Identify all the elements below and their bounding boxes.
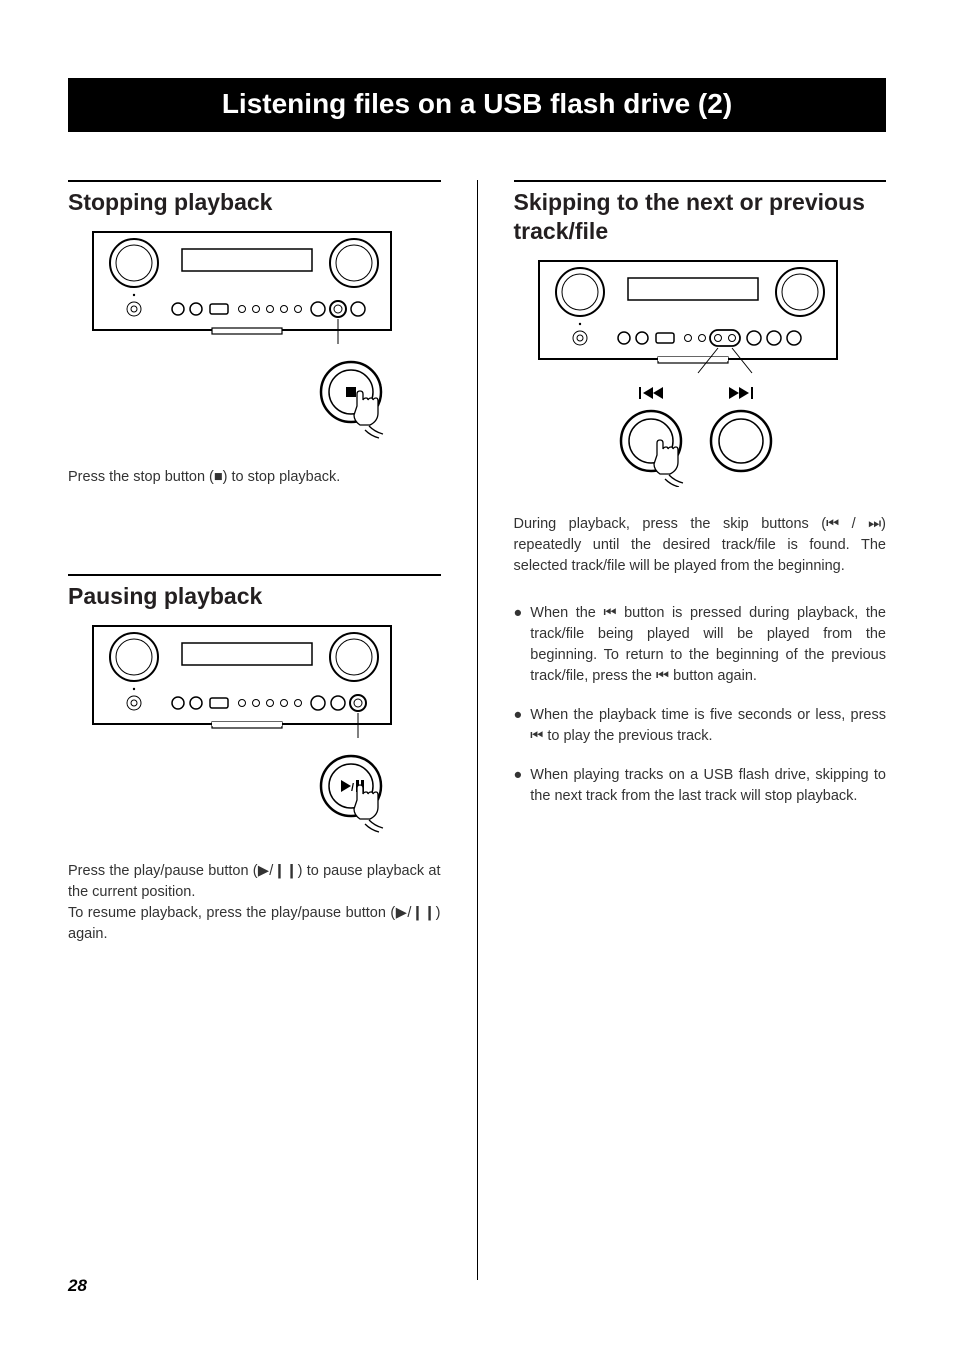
page-title-bar: Listening files on a USB flash drive (2) [68, 78, 886, 132]
stop-button-closeup [68, 358, 441, 445]
list-item: ● When the ⏮ button is pressed during pl… [514, 603, 887, 687]
text: To resume playback, press the play/pause… [68, 905, 395, 921]
text: ) to stop playback. [223, 469, 341, 485]
play-pause-button-icon: / [317, 752, 399, 834]
text: During playback, press the skip buttons … [514, 516, 827, 532]
text: / [839, 516, 868, 532]
device-diagram-stop [92, 231, 441, 346]
device-diagram-pause [92, 625, 441, 740]
skip-buttons-icon [585, 387, 815, 487]
prev-glyph-inline: ⏮ [826, 516, 839, 532]
pause-instruction-1: Press the play/pause button (▶/❙❙) to pa… [68, 861, 441, 903]
stop-instruction: Press the stop button (■) to stop playba… [68, 467, 441, 488]
bullet-text: When the ⏮ button is pressed during play… [530, 603, 886, 687]
bullet-text: When the playback time is five seconds o… [530, 705, 886, 747]
text: to play the previous track. [543, 728, 712, 744]
amplifier-illustration [92, 231, 392, 346]
text: When the [530, 605, 603, 621]
text: Press the stop button ( [68, 469, 214, 485]
bullet-icon: ● [514, 603, 523, 687]
heading-stopping-playback: Stopping playback [68, 188, 441, 217]
playpause-button-closeup: / [68, 752, 441, 839]
left-column: Stopping playback [68, 180, 441, 1280]
prev-glyph-inline: ⏮ [530, 728, 543, 744]
section-rule [68, 180, 441, 182]
list-item: ● When the playback time is five seconds… [514, 705, 887, 747]
list-item: ● When playing tracks on a USB flash dri… [514, 765, 887, 807]
pause-glyph-inline: ❙❙ [411, 905, 435, 921]
prev-glyph-inline: ⏮ [603, 605, 616, 621]
section-rule [68, 574, 441, 576]
heading-skipping: Skipping to the next or previous track/f… [514, 188, 887, 246]
amplifier-illustration [92, 625, 392, 740]
amplifier-illustration [538, 260, 838, 375]
bullet-text: When playing tracks on a USB flash drive… [530, 765, 886, 807]
two-column-layout: Stopping playback [68, 180, 886, 1280]
text: button again. [669, 668, 757, 684]
pause-glyph-inline: ❙❙ [273, 863, 297, 879]
text: Press the play/pause button ( [68, 863, 258, 879]
stop-button-icon [317, 358, 399, 440]
heading-pausing-playback: Pausing playback [68, 582, 441, 611]
play-glyph-inline: ▶ [395, 905, 407, 921]
skip-bullet-list: ● When the ⏮ button is pressed during pl… [514, 603, 887, 807]
prev-glyph-inline: ⏮ [656, 668, 669, 684]
section-rule [514, 180, 887, 182]
device-diagram-skip [538, 260, 887, 375]
page-title: Listening files on a USB flash drive (2) [222, 88, 732, 119]
right-column: Skipping to the next or previous track/f… [514, 180, 887, 1280]
next-glyph-inline: ⏭ [868, 516, 881, 532]
skip-buttons-closeup [514, 387, 887, 492]
text: When the playback time is five seconds o… [530, 707, 886, 723]
pause-instruction-2: To resume playback, press the play/pause… [68, 903, 441, 945]
skip-intro: During playback, press the skip buttons … [514, 514, 887, 577]
play-glyph-inline: ▶ [258, 863, 270, 879]
page-number: 28 [68, 1276, 87, 1296]
bullet-icon: ● [514, 765, 523, 807]
bullet-icon: ● [514, 705, 523, 747]
svg-text:/: / [351, 782, 354, 794]
stop-glyph-inline: ■ [214, 469, 223, 485]
column-divider [477, 180, 478, 1280]
